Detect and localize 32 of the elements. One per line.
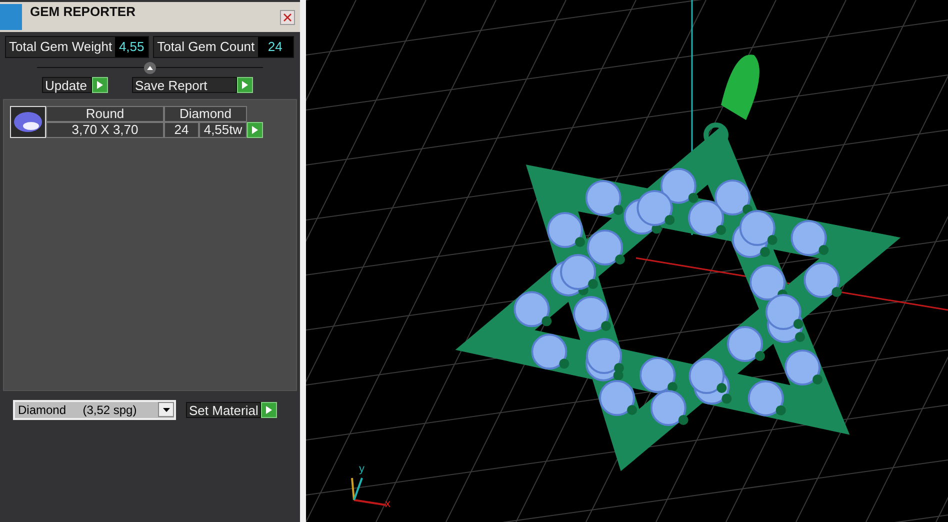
table-cell: 4,55tw (199, 122, 247, 138)
stat-value: 24 (258, 37, 293, 56)
play-icon (252, 126, 258, 134)
stat-label: Total Gem Weight (8, 38, 114, 56)
table-cell: 3,70 X 3,70 (46, 122, 164, 138)
set-material-button[interactable]: Set Material (186, 402, 262, 418)
stat-label: Total Gem Count (156, 38, 256, 56)
axis-gizmo-icon (351, 478, 386, 506)
dropdown-value: Diamond (3,52 spg) (17, 402, 138, 418)
window-title: GEM REPORTER (30, 3, 136, 21)
go-button[interactable] (92, 76, 108, 92)
play-icon (97, 80, 103, 88)
close-button[interactable] (280, 10, 295, 25)
axis-label: y (359, 464, 364, 475)
details-button[interactable] (247, 122, 263, 138)
stat-value: 4,55 (115, 37, 148, 56)
action-button[interactable]: Update (42, 76, 92, 92)
table-cell: 24 (164, 122, 199, 138)
table-cell: Round (46, 106, 164, 122)
table-cell: Diamond (164, 106, 247, 122)
play-icon (266, 406, 272, 414)
round-gem-icon (13, 110, 43, 132)
collapse-button[interactable] (144, 62, 156, 74)
go-button[interactable] (261, 402, 278, 418)
axis-label: x (385, 499, 390, 510)
close-icon (283, 13, 292, 22)
play-icon (242, 80, 248, 88)
action-button[interactable]: Save Report (132, 76, 237, 92)
app-icon (0, 4, 22, 30)
material-dropdown[interactable]: Diamond (3,52 spg) (13, 400, 176, 420)
go-button[interactable] (237, 76, 253, 92)
chevron-up-icon (147, 66, 153, 70)
